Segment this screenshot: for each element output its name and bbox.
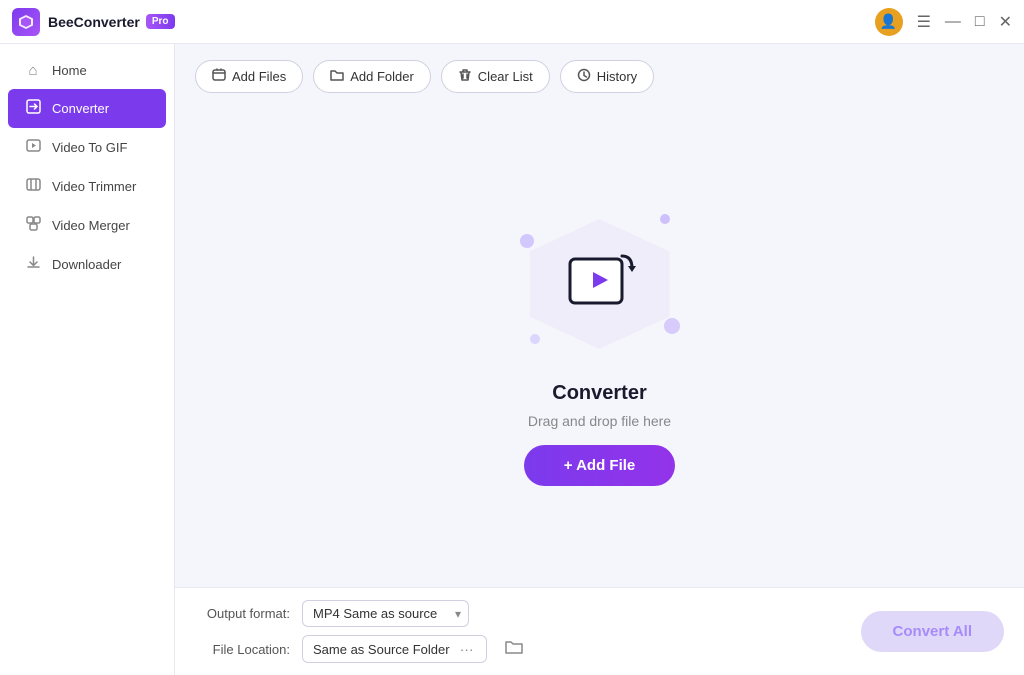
sidebar: ⌂ Home Converter Video To GIF [0, 44, 175, 675]
sidebar-item-label: Video Trimmer [52, 179, 136, 194]
file-location-box[interactable]: Same as Source Folder ··· [302, 635, 487, 663]
dot-bl [530, 334, 540, 344]
close-button[interactable]: ✕ [999, 12, 1012, 32]
sidebar-item-label: Home [52, 63, 87, 78]
add-folder-label: Add Folder [350, 69, 414, 84]
browse-folder-button[interactable] [505, 639, 523, 660]
sidebar-item-label: Downloader [52, 257, 121, 272]
converter-icon [24, 99, 42, 118]
logo-icon [18, 14, 34, 30]
file-location-label: File Location: [195, 642, 290, 657]
clear-list-label: Clear List [478, 69, 533, 84]
dot-tr [660, 214, 670, 224]
bottom-bar: Output format: MP4 Same as source File L… [175, 587, 1024, 675]
video-trimmer-icon [24, 177, 42, 196]
app-name: BeeConverter [48, 14, 140, 30]
output-format-select-wrapper[interactable]: MP4 Same as source [302, 600, 469, 627]
history-button[interactable]: History [560, 60, 654, 93]
convert-all-button[interactable]: Convert All [861, 611, 1004, 652]
clear-list-icon [458, 68, 472, 85]
user-avatar[interactable]: 👤 [875, 8, 903, 36]
add-files-button[interactable]: Add Files [195, 60, 303, 93]
converter-graphic-icon [560, 244, 640, 319]
location-options-button[interactable]: ··· [458, 641, 476, 657]
add-files-label: Add Files [232, 69, 286, 84]
history-icon [577, 68, 591, 85]
sidebar-item-video-merger[interactable]: Video Merger [8, 206, 166, 245]
output-format-row: Output format: MP4 Same as source [195, 600, 861, 627]
drop-zone-title: Converter [552, 382, 646, 405]
pro-badge: Pro [146, 14, 175, 29]
sidebar-item-label: Video To GIF [52, 140, 127, 155]
file-location-value: Same as Source Folder [313, 642, 450, 657]
dot-br [664, 318, 680, 334]
window-controls: 👤 ☰ — □ ✕ [875, 8, 1012, 36]
sidebar-item-label: Converter [52, 101, 109, 116]
dot-tl [520, 234, 534, 248]
drop-zone-graphic [510, 204, 690, 364]
sidebar-item-video-to-gif[interactable]: Video To GIF [8, 128, 166, 167]
sidebar-item-home[interactable]: ⌂ Home [8, 52, 166, 89]
sidebar-item-downloader[interactable]: Downloader [8, 245, 166, 284]
add-folder-button[interactable]: Add Folder [313, 60, 431, 93]
sidebar-item-label: Video Merger [52, 218, 130, 233]
app-body: ⌂ Home Converter Video To GIF [0, 44, 1024, 675]
video-merger-icon [24, 216, 42, 235]
file-location-row: File Location: Same as Source Folder ··· [195, 635, 861, 663]
toolbar: Add Files Add Folder Clear List [175, 44, 1024, 103]
clear-list-button[interactable]: Clear List [441, 60, 550, 93]
add-files-icon [212, 68, 226, 85]
add-folder-icon [330, 68, 344, 85]
add-file-button[interactable]: + Add File [524, 445, 676, 486]
home-icon: ⌂ [24, 62, 42, 79]
output-format-label: Output format: [195, 606, 290, 621]
menu-icon[interactable]: ☰ [917, 12, 931, 32]
output-format-select[interactable]: MP4 Same as source [302, 600, 469, 627]
history-label: History [597, 69, 637, 84]
main-content: Add Files Add Folder Clear List [175, 44, 1024, 675]
drop-zone[interactable]: Converter Drag and drop file here + Add … [175, 103, 1024, 587]
maximize-button[interactable]: □ [975, 13, 985, 31]
title-bar: BeeConverter Pro 👤 ☰ — □ ✕ [0, 0, 1024, 44]
video-to-gif-icon [24, 138, 42, 157]
sidebar-item-video-trimmer[interactable]: Video Trimmer [8, 167, 166, 206]
minimize-button[interactable]: — [945, 13, 961, 31]
app-logo [12, 8, 40, 36]
sidebar-item-converter[interactable]: Converter [8, 89, 166, 128]
downloader-icon [24, 255, 42, 274]
bottom-fields: Output format: MP4 Same as source File L… [195, 600, 861, 663]
drop-zone-subtitle: Drag and drop file here [528, 413, 671, 429]
